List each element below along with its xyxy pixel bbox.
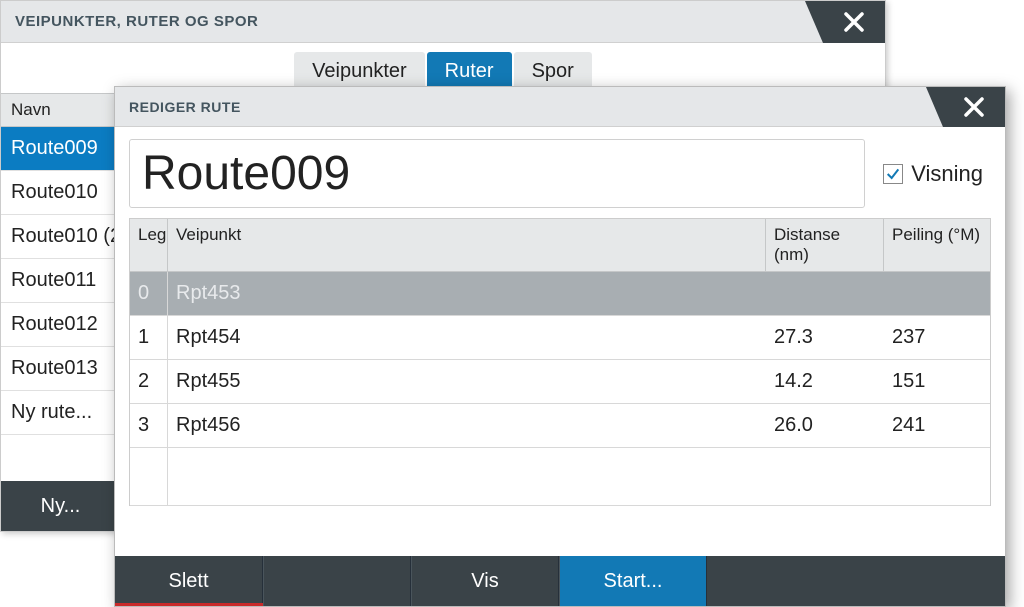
front-titlebar: REDIGER RUTE [115,87,1005,127]
display-label: Visning [911,161,983,187]
tab-waypoints[interactable]: Veipunkter [294,52,425,91]
action-slot-empty [263,556,411,606]
show-button[interactable]: Vis [411,556,559,606]
cell-bearing: 237 [884,316,990,359]
cell-waypoint: Rpt454 [168,316,766,359]
check-icon [885,166,901,182]
name-row: Visning [129,139,991,208]
table-row[interactable]: 1 Rpt454 27.3 237 [130,316,990,360]
front-spacer [115,506,1005,556]
column-header-waypoint[interactable]: Veipunkt [168,219,766,271]
table-row[interactable]: 2 Rpt455 14.2 151 [130,360,990,404]
close-icon [962,95,986,119]
front-window-title: REDIGER RUTE [115,99,241,115]
delete-button[interactable]: Slett [115,556,263,606]
column-header-bearing[interactable]: Peiling (°M) [884,219,990,271]
cell-waypoint: Rpt453 [168,272,766,315]
close-icon [842,10,866,34]
start-button[interactable]: Start... [559,556,707,606]
back-window-title: VEIPUNKTER, RUTER OG SPOR [1,13,258,30]
legs-table-header: Leg Veipunkt Distanse (nm) Peiling (°M) [130,219,990,272]
cell-leg: 0 [130,272,168,315]
cell-bearing: 151 [884,360,990,403]
column-header-leg[interactable]: Leg [130,219,168,271]
cell-distance [766,448,884,505]
cell-waypoint: Rpt456 [168,404,766,447]
cell-distance: 26.0 [766,404,884,447]
new-button[interactable]: Ny... [1,481,121,531]
cell-distance: 14.2 [766,360,884,403]
cell-waypoint [168,448,766,505]
cell-bearing [884,272,990,315]
cell-leg: 1 [130,316,168,359]
legs-table: Leg Veipunkt Distanse (nm) Peiling (°M) … [129,218,991,506]
cell-distance: 27.3 [766,316,884,359]
table-row-empty[interactable] [130,448,990,506]
back-close-button[interactable] [823,1,885,43]
cell-leg: 2 [130,360,168,403]
table-row[interactable]: 3 Rpt456 26.0 241 [130,404,990,448]
edit-route-window: REDIGER RUTE Visning Leg Veipunkt Distan… [114,86,1006,607]
column-header-distance[interactable]: Distanse (nm) [766,219,884,271]
cell-bearing [884,448,990,505]
front-actions-bar: Slett Vis Start... [115,556,1005,606]
table-row[interactable]: 0 Rpt453 [130,272,990,316]
display-checkbox[interactable] [883,164,903,184]
front-close-button[interactable] [943,87,1005,127]
cell-waypoint: Rpt455 [168,360,766,403]
tab-tracks[interactable]: Spor [514,52,592,91]
active-underline [115,603,263,606]
cell-leg [130,448,168,505]
cell-bearing: 241 [884,404,990,447]
route-name-input[interactable] [129,139,865,208]
display-checkbox-wrap[interactable]: Visning [883,161,991,187]
tab-routes[interactable]: Ruter [427,52,512,91]
back-titlebar: VEIPUNKTER, RUTER OG SPOR [1,1,885,43]
front-body: Visning Leg Veipunkt Distanse (nm) Peili… [115,127,1005,506]
cell-leg: 3 [130,404,168,447]
column-header-name[interactable]: Navn [1,94,61,126]
cell-distance [766,272,884,315]
